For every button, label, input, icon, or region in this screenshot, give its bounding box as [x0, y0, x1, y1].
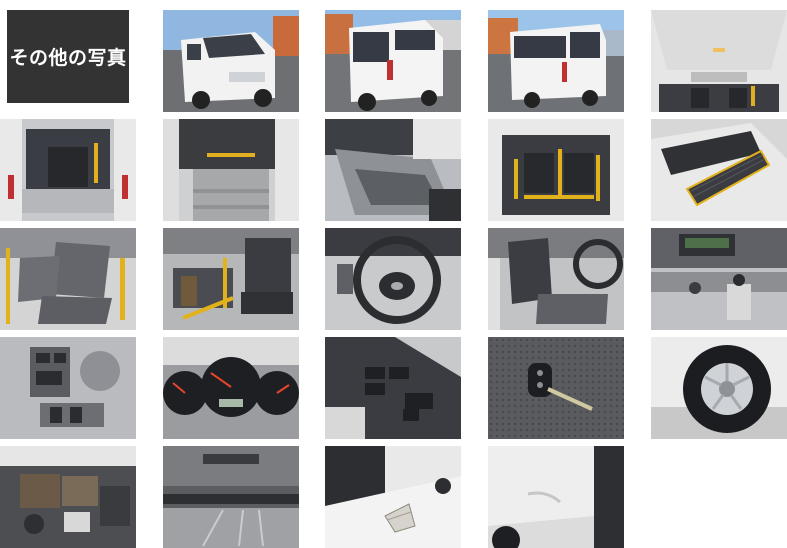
photo-rear-seats-yellow-rails[interactable] [488, 119, 624, 221]
photo-engine-bay[interactable] [0, 446, 136, 548]
photo-gauge-cluster[interactable] [163, 337, 299, 439]
photo-wheelchair-area[interactable] [163, 228, 299, 330]
photo-exterior-front[interactable] [163, 10, 299, 112]
photo-key[interactable] [488, 337, 624, 439]
photo-body-dent[interactable] [488, 446, 624, 548]
photo-exterior-rear-right[interactable] [488, 10, 624, 112]
photo-bumper-scratch[interactable] [325, 446, 461, 548]
photo-gallery [0, 0, 787, 548]
photo-exterior-rear-left[interactable] [325, 10, 461, 112]
photo-driver-seat[interactable] [488, 228, 624, 330]
photo-lift-platform[interactable] [163, 119, 299, 221]
photo-underbody[interactable] [163, 446, 299, 548]
photo-dash-switches[interactable] [0, 337, 136, 439]
photo-steering-wheel[interactable] [325, 228, 461, 330]
photo-door-window-switches[interactable] [325, 337, 461, 439]
photo-lift-ramp-detail[interactable] [651, 119, 787, 221]
photo-lift-side-view[interactable] [325, 119, 461, 221]
photo-rear-lift-open[interactable] [0, 119, 136, 221]
photo-tire[interactable] [651, 337, 787, 439]
photo-rear-seats-closeup[interactable] [0, 228, 136, 330]
photo-center-console[interactable] [651, 228, 787, 330]
photo-interior-ceiling[interactable] [651, 10, 787, 112]
